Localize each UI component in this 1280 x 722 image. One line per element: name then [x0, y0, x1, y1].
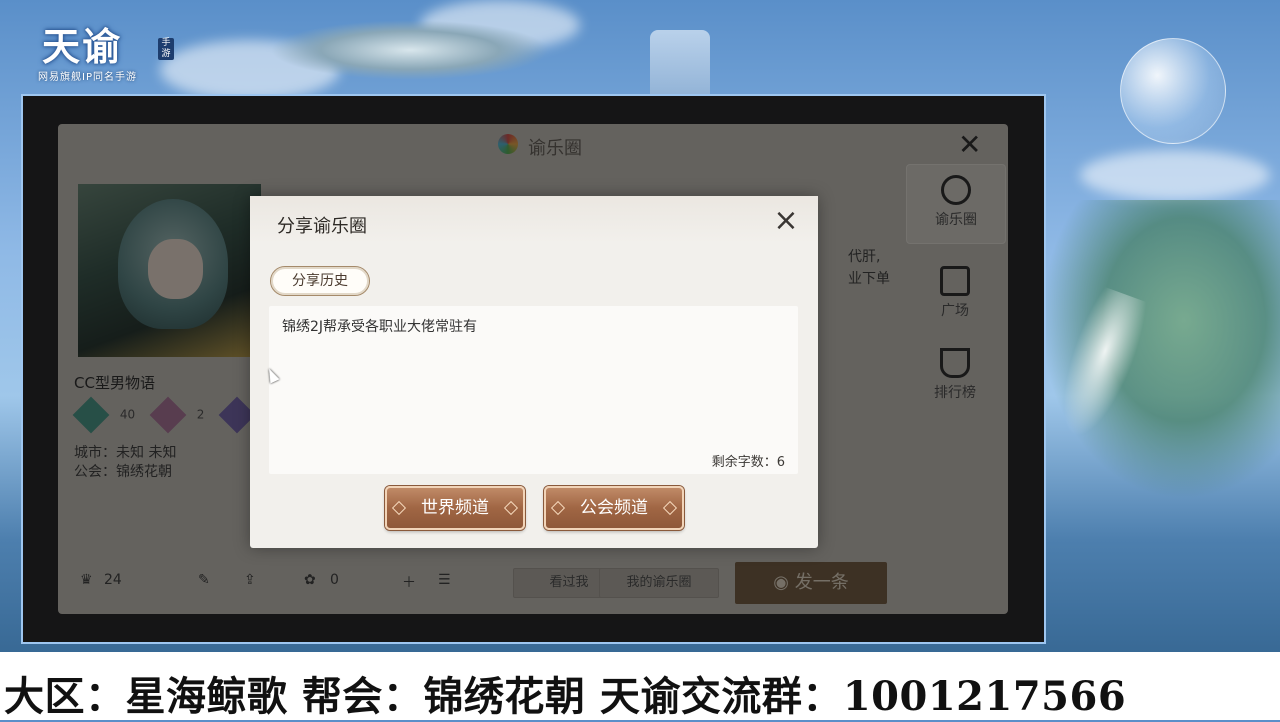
logo-subtitle: 网易旗舰IP同名手游: [38, 72, 137, 83]
share-history-button[interactable]: 分享历史: [270, 266, 370, 296]
share-dialog: 分享谕乐圈 × 分享历史 锦绣2J帮承受各职业大佬常驻有 剩余字数：6 世界频道…: [250, 196, 818, 548]
remaining-chars-label: 剩余字数：: [711, 455, 777, 470]
logo-badge: 手游: [158, 38, 174, 60]
share-message-input[interactable]: 锦绣2J帮承受各职业大佬常驻有 剩余字数：6: [269, 306, 798, 474]
game-logo: 天谕 手游 网易旗舰IP同名手游: [30, 14, 180, 84]
tower-illustration: [650, 30, 710, 94]
airship-illustration: [270, 20, 550, 80]
world-channel-button[interactable]: 世界频道: [385, 486, 525, 530]
bubble-illustration: [1120, 38, 1226, 144]
remaining-chars: 剩余字数：6: [712, 451, 785, 470]
banner-text: 大区：星海鲸歌 帮会：锦绣花朝 天谕交流群：1001217566: [4, 673, 1127, 720]
logo-title: 天谕: [42, 24, 123, 69]
game-window: 谕乐圈 ✕ CC型男物语 40 2 城市：未知 未知 公会：锦绣花朝 代肝, 业…: [21, 94, 1046, 644]
share-message-text: 锦绣2J帮承受各职业大佬常驻有: [282, 319, 478, 335]
dialog-title: 分享谕乐圈: [277, 216, 367, 237]
stream-banner: 大区：星海鲸歌 帮会：锦绣花朝 天谕交流群：1001217566: [0, 652, 1280, 720]
close-icon[interactable]: ×: [772, 206, 800, 236]
guild-channel-button[interactable]: 公会频道: [544, 486, 684, 530]
remaining-chars-value: 6: [776, 455, 785, 470]
cloud: [1080, 150, 1270, 200]
